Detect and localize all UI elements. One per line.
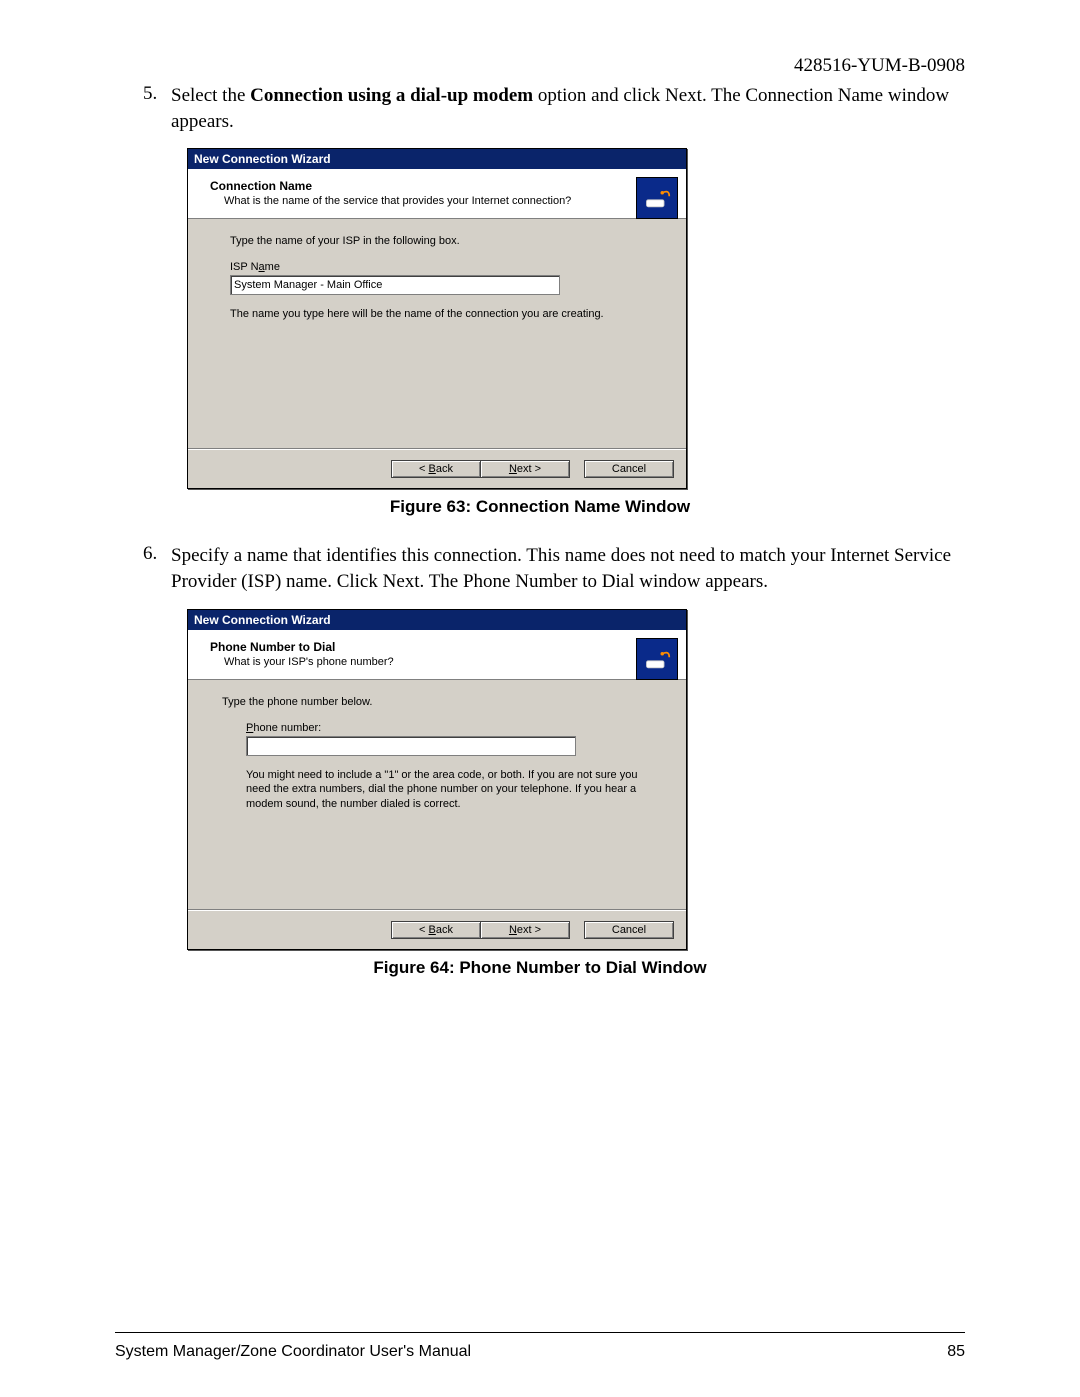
label-pre: ISP N bbox=[230, 261, 259, 273]
label-post: me bbox=[265, 261, 280, 273]
document-id: 428516-YUM-B-0908 bbox=[115, 55, 965, 77]
page-number: 85 bbox=[947, 1343, 965, 1361]
wizard-header-title: Connection Name bbox=[210, 179, 676, 193]
wizard-header-subtitle: What is your ISP's phone number? bbox=[224, 656, 676, 668]
instruction-list: 5. Select the Connection using a dial-up… bbox=[115, 83, 965, 134]
back-pre: < bbox=[419, 463, 428, 475]
phone-number-wizard: New Connection Wizard Phone Number to Di… bbox=[187, 609, 687, 950]
isp-name-input[interactable] bbox=[230, 275, 560, 295]
next-post: ext > bbox=[517, 463, 541, 475]
figure-63: New Connection Wizard Connection Name Wh… bbox=[187, 148, 965, 489]
window-titlebar: New Connection Wizard bbox=[188, 149, 686, 169]
cancel-button[interactable]: Cancel bbox=[584, 921, 674, 939]
wizard-button-row: < BackNext >Cancel bbox=[188, 449, 686, 488]
item-body: Select the Connection using a dial-up mo… bbox=[171, 83, 965, 134]
body-instruction: Type the phone number below. bbox=[222, 696, 656, 708]
connection-icon bbox=[636, 638, 678, 680]
back-post: ack bbox=[436, 463, 453, 475]
back-pre: < bbox=[419, 924, 428, 936]
phone-number-label: Phone number: bbox=[246, 722, 656, 734]
page-footer: System Manager/Zone Coordinator User's M… bbox=[115, 1343, 965, 1361]
footer-title: System Manager/Zone Coordinator User's M… bbox=[115, 1343, 471, 1361]
figure-63-caption: Figure 63: Connection Name Window bbox=[115, 497, 965, 517]
wizard-button-row: < BackNext >Cancel bbox=[188, 910, 686, 949]
back-post: ack bbox=[436, 924, 453, 936]
cancel-button[interactable]: Cancel bbox=[584, 460, 674, 478]
window-titlebar: New Connection Wizard bbox=[188, 610, 686, 630]
wizard-header-title: Phone Number to Dial bbox=[210, 640, 676, 654]
input-hint: You might need to include a "1" or the a… bbox=[246, 768, 646, 813]
item-body: Specify a name that identifies this conn… bbox=[171, 543, 965, 594]
back-accel: B bbox=[429, 924, 436, 936]
figure-64-caption: Figure 64: Phone Number to Dial Window bbox=[115, 958, 965, 978]
wizard-body: Type the name of your ISP in the followi… bbox=[188, 219, 686, 449]
wizard-body: Type the phone number below. Phone numbe… bbox=[188, 680, 686, 910]
next-accel: N bbox=[509, 924, 517, 936]
back-button[interactable]: < Back bbox=[391, 460, 481, 478]
next-button[interactable]: Next > bbox=[480, 921, 570, 939]
wizard-header-subtitle: What is the name of the service that pro… bbox=[224, 195, 676, 207]
next-button[interactable]: Next > bbox=[480, 460, 570, 478]
instruction-item-5: 5. Select the Connection using a dial-up… bbox=[143, 83, 965, 134]
input-hint: The name you type here will be the name … bbox=[230, 307, 630, 322]
next-post: ext > bbox=[517, 924, 541, 936]
back-accel: B bbox=[429, 463, 436, 475]
body-instruction: Type the name of your ISP in the followi… bbox=[230, 235, 656, 247]
back-button[interactable]: < Back bbox=[391, 921, 481, 939]
isp-name-label: ISP Name bbox=[230, 261, 656, 273]
phone-number-input[interactable] bbox=[246, 736, 576, 756]
figure-64: New Connection Wizard Phone Number to Di… bbox=[187, 609, 965, 950]
label-post: hone number: bbox=[253, 722, 321, 734]
item-number: 6. bbox=[143, 543, 171, 594]
item-number: 5. bbox=[143, 83, 171, 134]
footer-rule bbox=[115, 1332, 965, 1333]
bold-text: Connection using a dial-up modem bbox=[250, 85, 533, 106]
text: Select the bbox=[171, 85, 250, 106]
wizard-header: Phone Number to Dial What is your ISP's … bbox=[188, 630, 686, 680]
next-accel: N bbox=[509, 463, 517, 475]
connection-icon bbox=[636, 177, 678, 219]
instruction-item-6: 6. Specify a name that identifies this c… bbox=[143, 543, 965, 594]
instruction-list: 6. Specify a name that identifies this c… bbox=[115, 543, 965, 594]
wizard-header: Connection Name What is the name of the … bbox=[188, 169, 686, 219]
connection-name-wizard: New Connection Wizard Connection Name Wh… bbox=[187, 148, 687, 489]
